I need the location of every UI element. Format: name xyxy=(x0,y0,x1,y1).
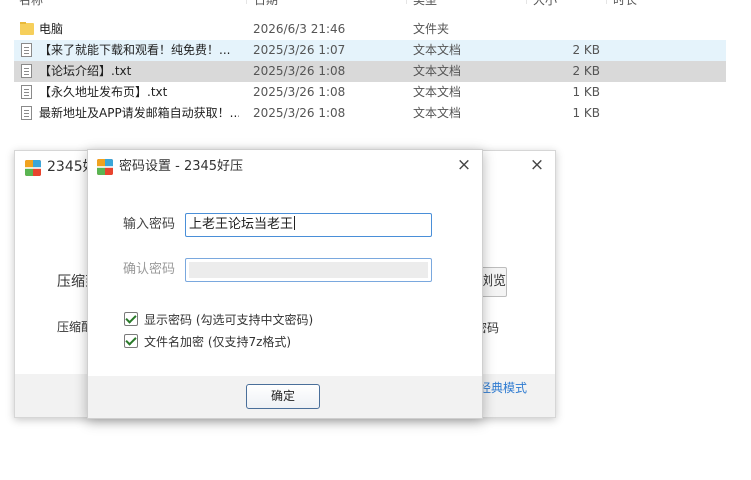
confirm-password-label: 确认密码 xyxy=(123,262,176,277)
file-date: 2025/3/26 1:08 xyxy=(253,85,346,99)
column-date-header[interactable]: 日期 xyxy=(254,0,278,12)
password-value: 上老王论坛当老王 xyxy=(189,217,294,232)
password-input[interactable]: 上老王论坛当老王 xyxy=(185,213,432,237)
file-row[interactable]: 最新地址及APP请发邮箱自动获取！... 2025/3/26 1:08 文本文档… xyxy=(14,103,726,124)
text-file-icon xyxy=(20,106,34,121)
show-password-option[interactable]: 显示密码 (勾选可支持中文密码) xyxy=(124,311,384,329)
file-size: 2 KB xyxy=(572,43,600,57)
compress-close-icon[interactable]: × xyxy=(527,155,547,175)
classic-mode-link[interactable]: 经典模式 xyxy=(479,379,527,396)
column-header-row: 名称 日期 类型 大小 时长 xyxy=(0,0,751,12)
app-logo-icon xyxy=(97,159,113,175)
close-icon[interactable]: × xyxy=(454,155,474,175)
column-size-header[interactable]: 大小 xyxy=(533,0,557,12)
encrypt-filenames-label: 文件名加密 (仅支持7z格式) xyxy=(144,335,292,349)
text-file-icon xyxy=(20,64,34,79)
file-type: 文本文档 xyxy=(413,106,462,120)
column-divider xyxy=(406,0,407,4)
file-row[interactable]: 【永久地址发布页】.txt 2025/3/26 1:08 文本文档 1 KB xyxy=(14,82,726,103)
file-type: 文本文档 xyxy=(413,43,462,57)
show-password-checkbox[interactable] xyxy=(124,312,138,326)
file-type: 文本文档 xyxy=(413,85,462,99)
file-size: 1 KB xyxy=(572,85,600,99)
column-divider xyxy=(526,0,527,4)
column-divider xyxy=(606,0,607,4)
dialog-title: 密码设置 - 2345好压 xyxy=(119,159,244,174)
text-cursor xyxy=(294,216,296,230)
password-label: 输入密码 xyxy=(123,217,176,232)
confirm-password-input[interactable] xyxy=(185,258,432,282)
password-dialog: 密码设置 - 2345好压 × 输入密码 上老王论坛当老王 确认密码 显示密码 … xyxy=(87,149,483,419)
file-name: 电脑 xyxy=(39,22,64,36)
file-name: 【永久地址发布页】.txt xyxy=(39,85,168,99)
file-date: 2025/3/26 1:08 xyxy=(253,106,346,120)
file-type: 文本文档 xyxy=(413,64,462,78)
column-type-header[interactable]: 类型 xyxy=(413,0,437,12)
encrypt-filenames-checkbox[interactable] xyxy=(124,334,138,348)
file-size xyxy=(534,19,600,40)
file-row[interactable]: 【来了就能下载和观看！纯免费！... 2025/3/26 1:07 文本文档 2… xyxy=(14,40,726,61)
file-size: 2 KB xyxy=(572,64,600,78)
file-name: 最新地址及APP请发邮箱自动获取！... xyxy=(39,106,239,120)
column-duration-header[interactable]: 时长 xyxy=(613,0,637,12)
column-name-header[interactable]: 名称 xyxy=(19,0,43,12)
file-name: 【论坛介绍】.txt xyxy=(39,64,132,78)
file-size: 1 KB xyxy=(572,106,600,120)
encrypt-filenames-option[interactable]: 文件名加密 (仅支持7z格式) xyxy=(124,333,384,351)
show-password-label: 显示密码 (勾选可支持中文密码) xyxy=(144,313,314,327)
ok-button[interactable]: 确定 xyxy=(246,384,320,409)
file-row[interactable]: 【论坛介绍】.txt 2025/3/26 1:08 文本文档 2 KB xyxy=(14,61,726,82)
folder-icon xyxy=(20,22,34,37)
file-date: 2025/3/26 1:08 xyxy=(253,64,346,78)
dialog-footer: 确定 xyxy=(88,376,482,418)
file-date: 2026/6/3 21:46 xyxy=(253,22,346,36)
file-row[interactable]: 电脑 2026/6/3 21:46 文件夹 xyxy=(14,19,726,40)
column-divider xyxy=(246,0,247,4)
file-type: 文件夹 xyxy=(413,22,450,36)
file-date: 2025/3/26 1:07 xyxy=(253,43,346,57)
text-file-icon xyxy=(20,85,34,100)
app-logo-icon xyxy=(25,160,41,176)
file-name: 【来了就能下载和观看！纯免费！... xyxy=(39,43,231,57)
text-file-icon xyxy=(20,43,34,58)
